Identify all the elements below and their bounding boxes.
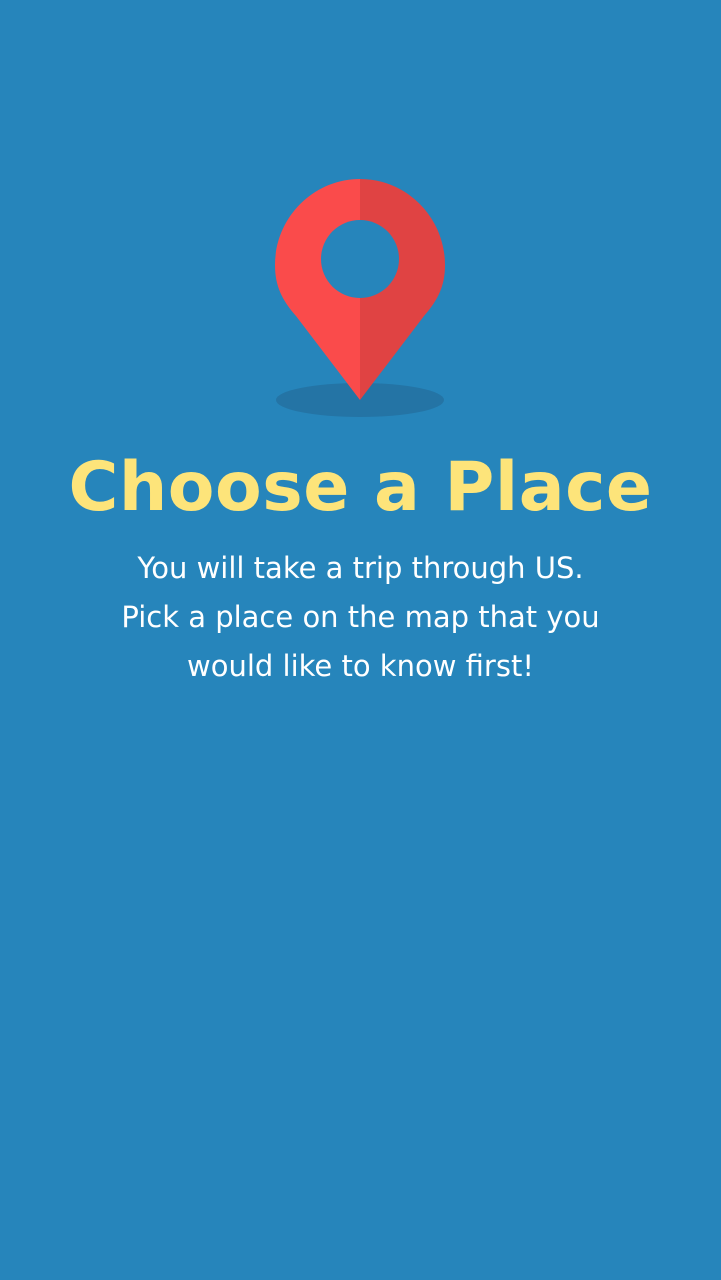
pin-hole [321,220,399,298]
description-line: Pick a place on the map that you [121,600,600,634]
description-line: You will take a trip through US. [137,551,584,585]
description-text: You will take a trip through US. Pick a … [60,544,661,691]
page-title: Choose a Place [68,448,653,527]
map-pin-icon [275,179,445,417]
description-line: would like to know first! [187,649,534,683]
map-pin-illustration [270,176,450,421]
onboarding-screen: Choose a Place You will take a trip thro… [0,0,721,1280]
